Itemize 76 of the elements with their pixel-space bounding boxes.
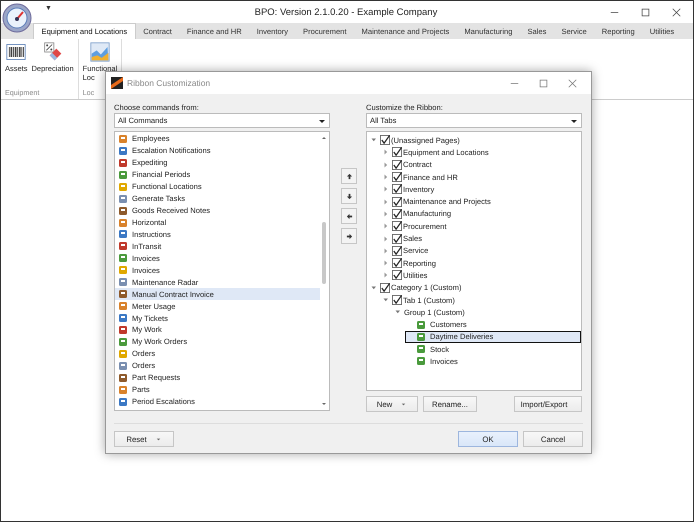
command-icon	[118, 229, 128, 240]
command-icon	[118, 372, 128, 383]
checkbox[interactable]	[380, 282, 390, 293]
command-icon	[118, 146, 128, 156]
percent-eraser-icon	[42, 42, 63, 62]
checkbox[interactable]	[392, 246, 402, 256]
close-icon[interactable]	[672, 8, 681, 16]
move-down-button[interactable]	[341, 188, 357, 204]
command-icon	[416, 356, 426, 366]
collapse-icon[interactable]	[370, 284, 378, 292]
command-icon	[416, 344, 426, 354]
window-title: BPO: Version 2.1.0.20 - Example Company	[254, 6, 438, 18]
expand-icon[interactable]	[382, 160, 390, 169]
command-icon	[118, 253, 128, 264]
right-arrow-icon	[346, 232, 352, 240]
expand-icon[interactable]	[382, 222, 390, 230]
command-icon	[118, 396, 128, 407]
checkbox[interactable]	[392, 295, 402, 305]
command-icon	[118, 218, 128, 228]
expand-icon[interactable]	[382, 173, 390, 182]
up-arrow-icon	[346, 172, 352, 180]
command-icon	[118, 277, 128, 288]
expand-icon[interactable]	[382, 185, 390, 194]
command-icon	[118, 301, 128, 312]
barcode-icon	[6, 42, 26, 62]
command-icon	[118, 206, 128, 216]
checkbox[interactable]	[392, 234, 402, 244]
scroll-down-icon[interactable]	[320, 401, 328, 407]
expand-icon[interactable]	[382, 210, 390, 218]
checkbox[interactable]	[392, 147, 402, 158]
area-chart-icon	[90, 42, 110, 62]
command-icon	[118, 134, 128, 144]
expand-icon[interactable]	[382, 234, 390, 243]
scroll-up-icon[interactable]	[320, 135, 328, 141]
collapse-icon[interactable]	[382, 296, 390, 304]
expand-icon[interactable]	[382, 271, 390, 280]
down-arrow-icon	[346, 192, 352, 200]
command-icon	[118, 348, 128, 359]
checkbox[interactable]	[392, 208, 402, 219]
expand-icon[interactable]	[382, 148, 390, 156]
checkbox[interactable]	[392, 160, 402, 170]
command-icon	[118, 313, 128, 324]
close-icon[interactable]	[568, 78, 577, 88]
command-icon	[118, 289, 128, 300]
checkbox[interactable]	[380, 135, 390, 146]
command-icon	[118, 170, 128, 180]
command-icon	[118, 265, 128, 276]
checkbox[interactable]	[392, 258, 402, 268]
checkbox[interactable]	[392, 196, 402, 207]
checkbox[interactable]	[392, 221, 402, 232]
caret-icon	[154, 436, 162, 442]
expand-icon[interactable]	[382, 246, 390, 255]
maximize-icon[interactable]	[539, 78, 548, 88]
command-icon	[118, 324, 128, 335]
command-icon	[118, 384, 128, 395]
remove-button[interactable]	[341, 208, 357, 224]
move-up-button[interactable]	[341, 168, 357, 184]
command-icon	[118, 336, 128, 347]
dialog-title: Ribbon Customization	[127, 78, 212, 88]
expand-icon[interactable]	[382, 259, 390, 268]
command-icon	[118, 182, 128, 192]
command-icon	[118, 194, 128, 204]
checkbox[interactable]	[392, 184, 402, 194]
command-icon	[416, 332, 426, 342]
caret-icon	[400, 400, 408, 408]
maximize-icon[interactable]	[641, 8, 650, 16]
command-icon	[118, 360, 128, 371]
command-icon	[118, 158, 128, 168]
left-arrow-icon	[346, 212, 352, 220]
checkbox[interactable]	[392, 172, 402, 182]
command-icon	[118, 241, 128, 252]
command-icon	[416, 320, 426, 330]
expand-icon[interactable]	[382, 198, 390, 206]
checkbox[interactable]	[392, 270, 402, 280]
add-button[interactable]	[341, 228, 357, 244]
app-logo-icon	[111, 77, 123, 89]
